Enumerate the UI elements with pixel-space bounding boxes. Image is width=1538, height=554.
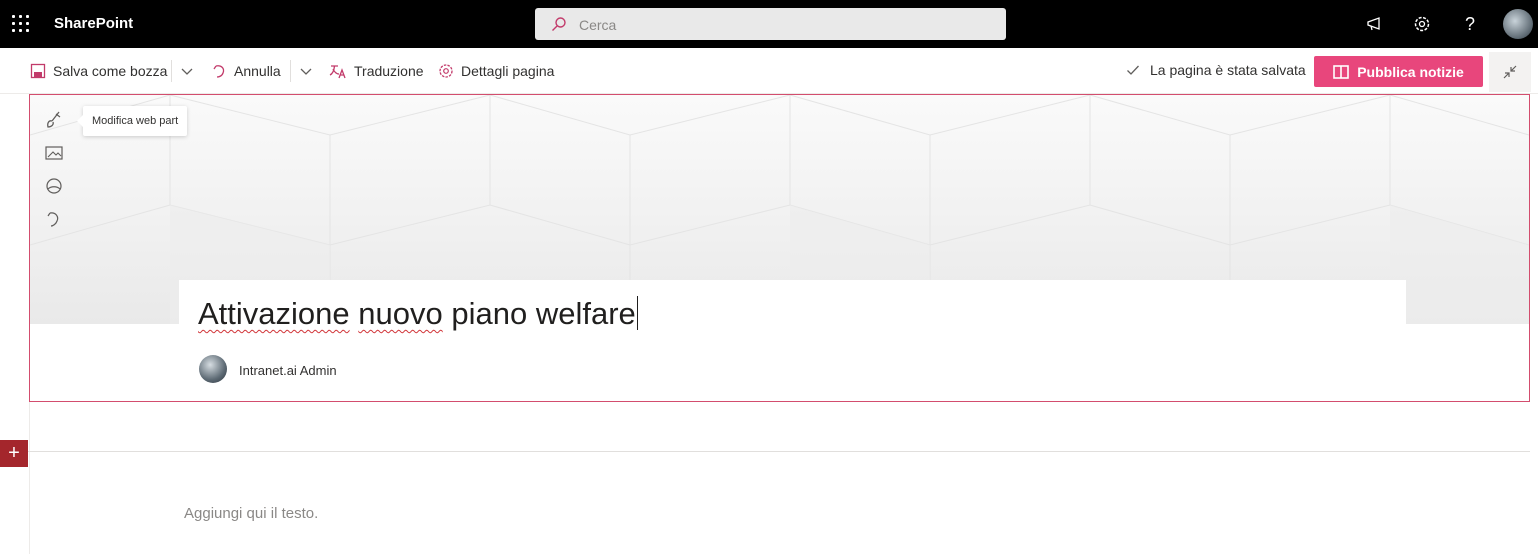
save-icon	[30, 63, 46, 79]
chevron-down-icon[interactable]	[299, 64, 313, 78]
page-title-word: piano welfare	[451, 296, 636, 331]
brush-icon	[47, 111, 61, 128]
title-region-webpart[interactable]: Attivazione nuovo piano welfare Intranet…	[29, 94, 1530, 402]
page-title-word: nuovo	[358, 296, 443, 331]
save-draft-label: Salva come bozza	[53, 63, 168, 79]
help-icon[interactable]: ?	[1458, 12, 1482, 36]
change-image-button[interactable]	[42, 141, 66, 165]
reset-button[interactable]	[42, 207, 66, 231]
book-icon	[1333, 64, 1350, 79]
megaphone-icon[interactable]	[1363, 12, 1387, 36]
page-details-button[interactable]: Dettagli pagina	[438, 61, 554, 81]
author-name[interactable]: Intranet.ai Admin	[239, 363, 337, 378]
saved-status: La pagina è stata salvata	[1126, 62, 1306, 78]
search-icon	[552, 17, 566, 32]
tooltip: Modifica web part	[76, 106, 188, 136]
checkmark-icon	[1127, 65, 1139, 75]
search-box[interactable]: Cerca	[535, 8, 1006, 40]
translation-label: Traduzione	[354, 63, 424, 79]
publish-news-label: Pubblica notizie	[1357, 63, 1464, 80]
save-draft-button[interactable]: Salva come bozza	[30, 61, 167, 81]
author-avatar[interactable]	[199, 355, 227, 383]
page-title-word: Attivazione	[198, 296, 350, 331]
translation-button[interactable]: Traduzione	[329, 61, 424, 81]
collapse-button[interactable]	[1489, 52, 1531, 92]
undo-label: Annulla	[234, 63, 281, 79]
focal-point-button[interactable]	[42, 174, 66, 198]
user-avatar[interactable]	[1503, 9, 1533, 39]
add-section-button[interactable]: +	[0, 440, 28, 467]
app-name[interactable]: SharePoint	[54, 15, 133, 32]
text-cursor	[636, 296, 638, 330]
focal-point-icon	[46, 178, 62, 194]
suite-bar: SharePoint Cerca ?	[0, 0, 1538, 48]
saved-status-text: La pagina è stata salvata	[1150, 62, 1306, 78]
separator	[290, 60, 291, 82]
edit-webpart-button[interactable]	[42, 108, 66, 132]
image-icon	[45, 146, 63, 160]
undo-icon	[47, 212, 59, 227]
section-divider	[28, 451, 1530, 452]
undo-button[interactable]: Annulla	[211, 61, 281, 81]
page-details-label: Dettagli pagina	[461, 63, 555, 79]
collapse-icon	[1503, 65, 1517, 79]
chevron-down-icon[interactable]	[180, 64, 194, 78]
text-webpart-placeholder[interactable]: Aggiungi qui il testo.	[184, 505, 318, 522]
separator	[171, 60, 172, 82]
page-title[interactable]: Attivazione nuovo piano welfare	[198, 296, 638, 332]
search-input[interactable]: Cerca	[579, 17, 616, 33]
translate-icon	[329, 65, 346, 79]
gear-icon	[439, 64, 453, 78]
undo-icon	[213, 65, 225, 78]
publish-news-button[interactable]: Pubblica notizie	[1314, 56, 1483, 87]
section-border	[29, 402, 30, 554]
settings-icon[interactable]	[1410, 12, 1434, 36]
title-box: Attivazione nuovo piano welfare Intranet…	[179, 280, 1406, 401]
app-launcher-icon[interactable]	[12, 15, 30, 33]
